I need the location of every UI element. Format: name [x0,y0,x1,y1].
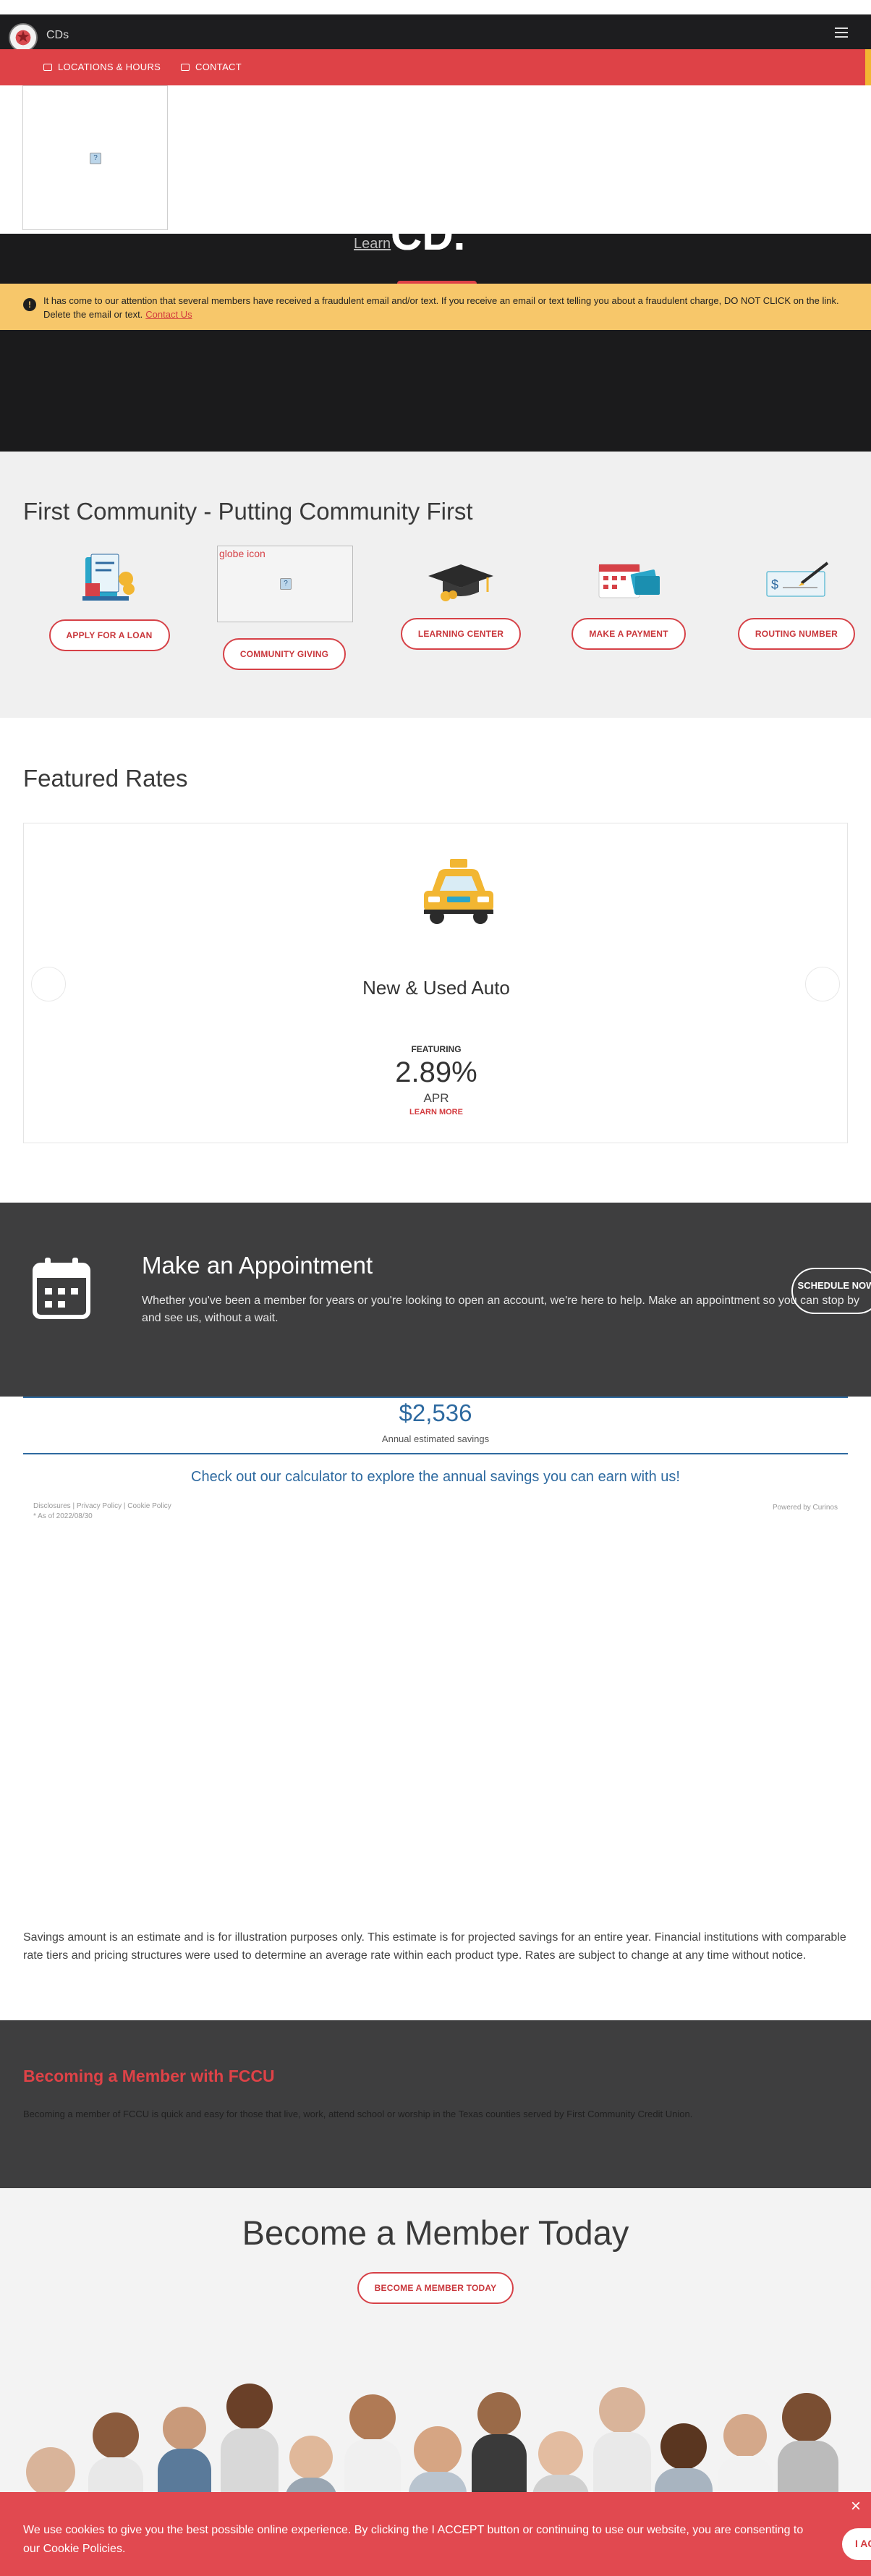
community-section: First Community - Putting Community Firs… [0,452,871,718]
savings-amount: $2,536 [399,1399,472,1426]
becoming-member-text: Becoming a member of FCCU is quick and e… [23,2109,693,2119]
svg-text:$: $ [771,577,778,592]
apply-for-loan-button[interactable]: APPLY FOR A LOAN [48,619,170,651]
community-giving-image: globe icon ? [217,546,353,622]
rate-unit: APR [423,1091,449,1105]
rate-card: New & Used Auto FEATURING 2.89% APR LEAR… [23,823,848,1143]
make-payment-button[interactable]: MAKE A PAYMENT [572,618,686,650]
become-member-button[interactable]: BECOME A MEMBER TODAY [357,2272,514,2304]
featured-rates-section: Featured Rates New & Used Auto FEATURING… [0,718,871,1203]
calculator-link[interactable]: Check out our calculator to explore the … [0,1469,871,1486]
alert-message: It has come to our attention that severa… [43,295,839,320]
routing-number-button[interactable]: ROUTING NUMBER [737,618,856,650]
learning-center-button[interactable]: LEARNING CENTER [400,618,522,650]
community-heading: First Community - Putting Community Firs… [23,498,473,525]
calendar-icon [32,1256,91,1320]
menu-icon[interactable] [835,27,848,41]
powered-by: Powered by Curinos [772,1504,838,1512]
disclosure-links[interactable]: Disclosures | Privacy Policy | Cookie Po… [33,1502,171,1510]
featuring-label: FEATURING [411,1044,462,1054]
fraud-alert: ! It has come to our attention that seve… [0,284,871,330]
nav-locations-hours[interactable]: LOCATIONS & HOURS [43,62,161,72]
savings-amount-label: Annual estimated savings [381,1433,490,1444]
cookie-message: We use cookies to give you the best poss… [23,2524,804,2555]
quick-link-make-payment[interactable]: MAKE A PAYMENT [560,559,697,650]
calendar-payment-icon [589,559,668,602]
as-of-date: * As of 2022/08/30 [33,1512,93,1520]
become-member-heading: Become a Member Today [242,2213,629,2252]
close-icon[interactable]: × [851,2498,861,2515]
graduation-cap-icon [421,559,501,602]
map-icon [43,64,52,71]
nav-contact[interactable]: CONTACT [181,62,242,72]
becoming-member-heading: Becoming a Member with FCCU [23,2067,275,2085]
appointment-heading: Make an Appointment [142,1252,373,1279]
becoming-member-section: Becoming a Member with FCCU Becoming a m… [0,2020,871,2188]
hero-learn-link[interactable]: Learn [354,236,391,253]
rate-product-name: New & Used Auto [362,977,510,999]
savings-fine-print: Savings amount is an estimate and is for… [23,1931,846,1962]
schedule-now-button[interactable]: SCHEDULE NOW [791,1268,871,1314]
hero-headline-overlay: CD. [391,211,466,259]
car-icon [418,856,499,928]
broken-image-icon: ? [90,153,101,164]
accent-edge [865,49,871,85]
loan-application-icon [69,551,149,603]
star-icon: ★ [16,27,30,46]
broken-image-icon: ? [280,578,292,590]
community-giving-button[interactable]: COMMUNITY GIVING [222,638,347,670]
top-bar: ★ CDs [0,14,871,52]
contact-us-link[interactable]: Contact Us [145,309,192,320]
accept-cookies-button[interactable]: I ACCEPT [842,2528,871,2560]
quick-link-routing-number[interactable]: $ ROUTING NUMBER [728,559,865,650]
rate-learn-more-link[interactable]: LEARN MORE [24,1108,849,1117]
rate-value: 2.89% [395,1056,477,1088]
chat-icon [181,64,190,71]
check-icon: $ [757,559,836,602]
quick-link-community-giving[interactable]: COMMUNITY GIVING [216,638,353,670]
globe-icon-alt-text: globe icon [219,548,265,559]
utility-nav: LOCATIONS & HOURS CONTACT [0,49,871,85]
appointment-text: Whether you've been a member for years o… [142,1295,859,1324]
quick-link-apply-loan[interactable]: APPLY FOR A LOAN [41,551,178,651]
alert-icon: ! [23,298,36,311]
quick-link-learning-center[interactable]: LEARNING CENTER [392,559,530,650]
featured-rates-heading: Featured Rates [23,765,188,792]
page-title: CDs [46,29,69,41]
broken-image: ? [22,85,168,230]
savings-calculator-section: $2,536 Annual estimated savings Check ou… [0,1397,871,2020]
cookie-banner: × We use cookies to give you the best po… [0,2492,871,2576]
hero-banner: CD. Learn ? CD. [0,85,871,452]
appointment-section: Make an Appointment Whether you've been … [0,1203,871,1397]
